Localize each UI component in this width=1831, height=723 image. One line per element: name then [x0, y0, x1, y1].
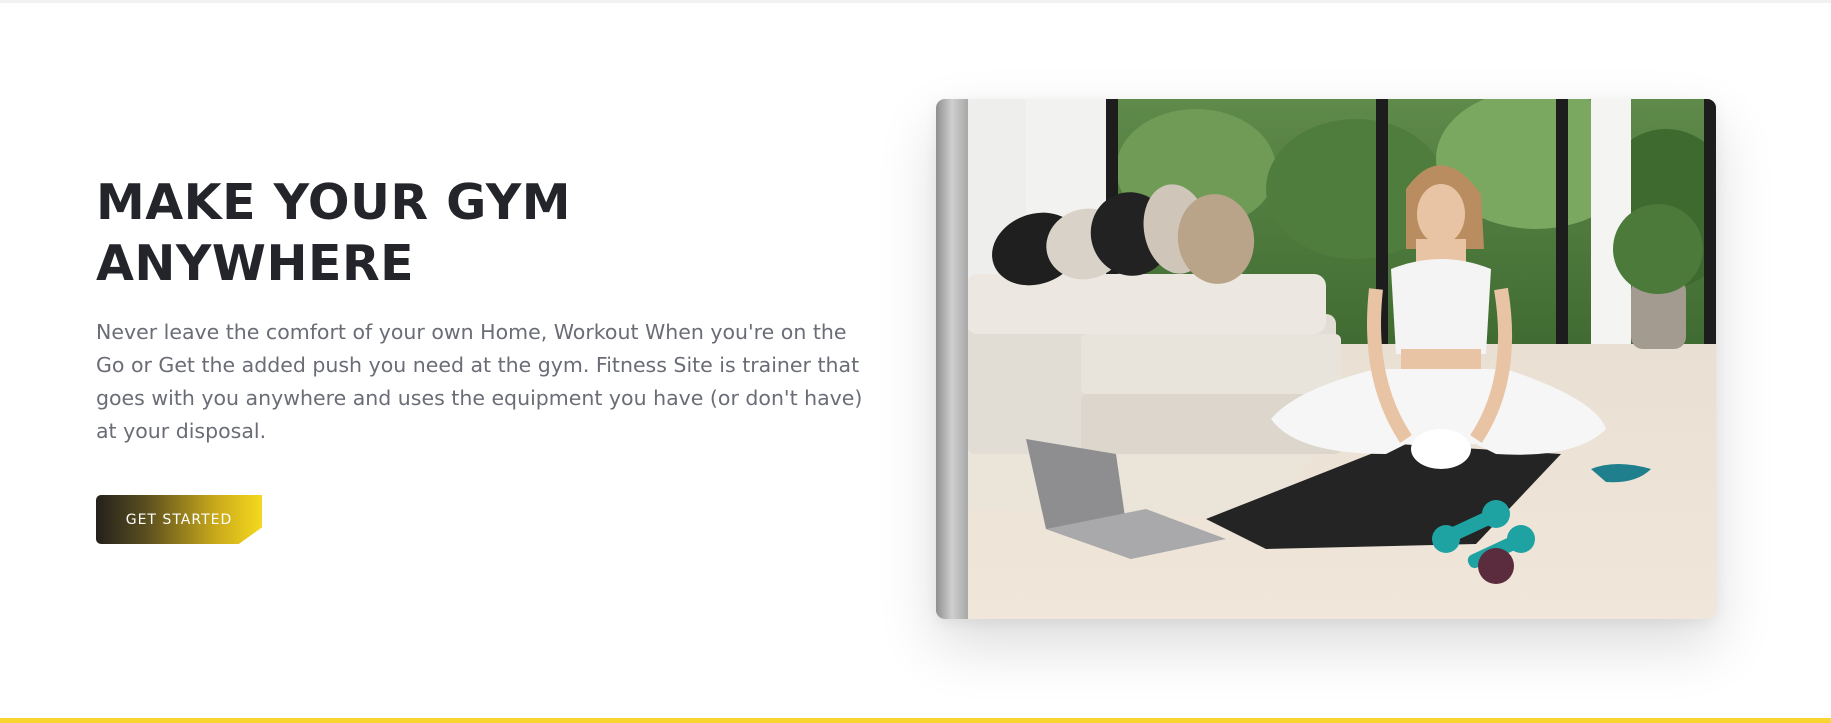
- hero-title-line-1: MAKE YOUR GYM: [96, 174, 572, 231]
- hero-description: Never leave the comfort of your own Home…: [96, 320, 863, 443]
- get-started-button[interactable]: GET STARTED: [96, 495, 262, 544]
- hero-section: MAKE YOUR GYM ANYWHERE Never leave the c…: [96, 172, 866, 448]
- hero-image: [936, 99, 1716, 619]
- hero-title-line-2: ANYWHERE: [96, 235, 415, 292]
- hero-title: MAKE YOUR GYM ANYWHERE: [96, 172, 866, 294]
- header-divider: [0, 0, 1831, 3]
- footer-accent-line: [0, 718, 1831, 723]
- hero-photo-illustration: [936, 99, 1716, 619]
